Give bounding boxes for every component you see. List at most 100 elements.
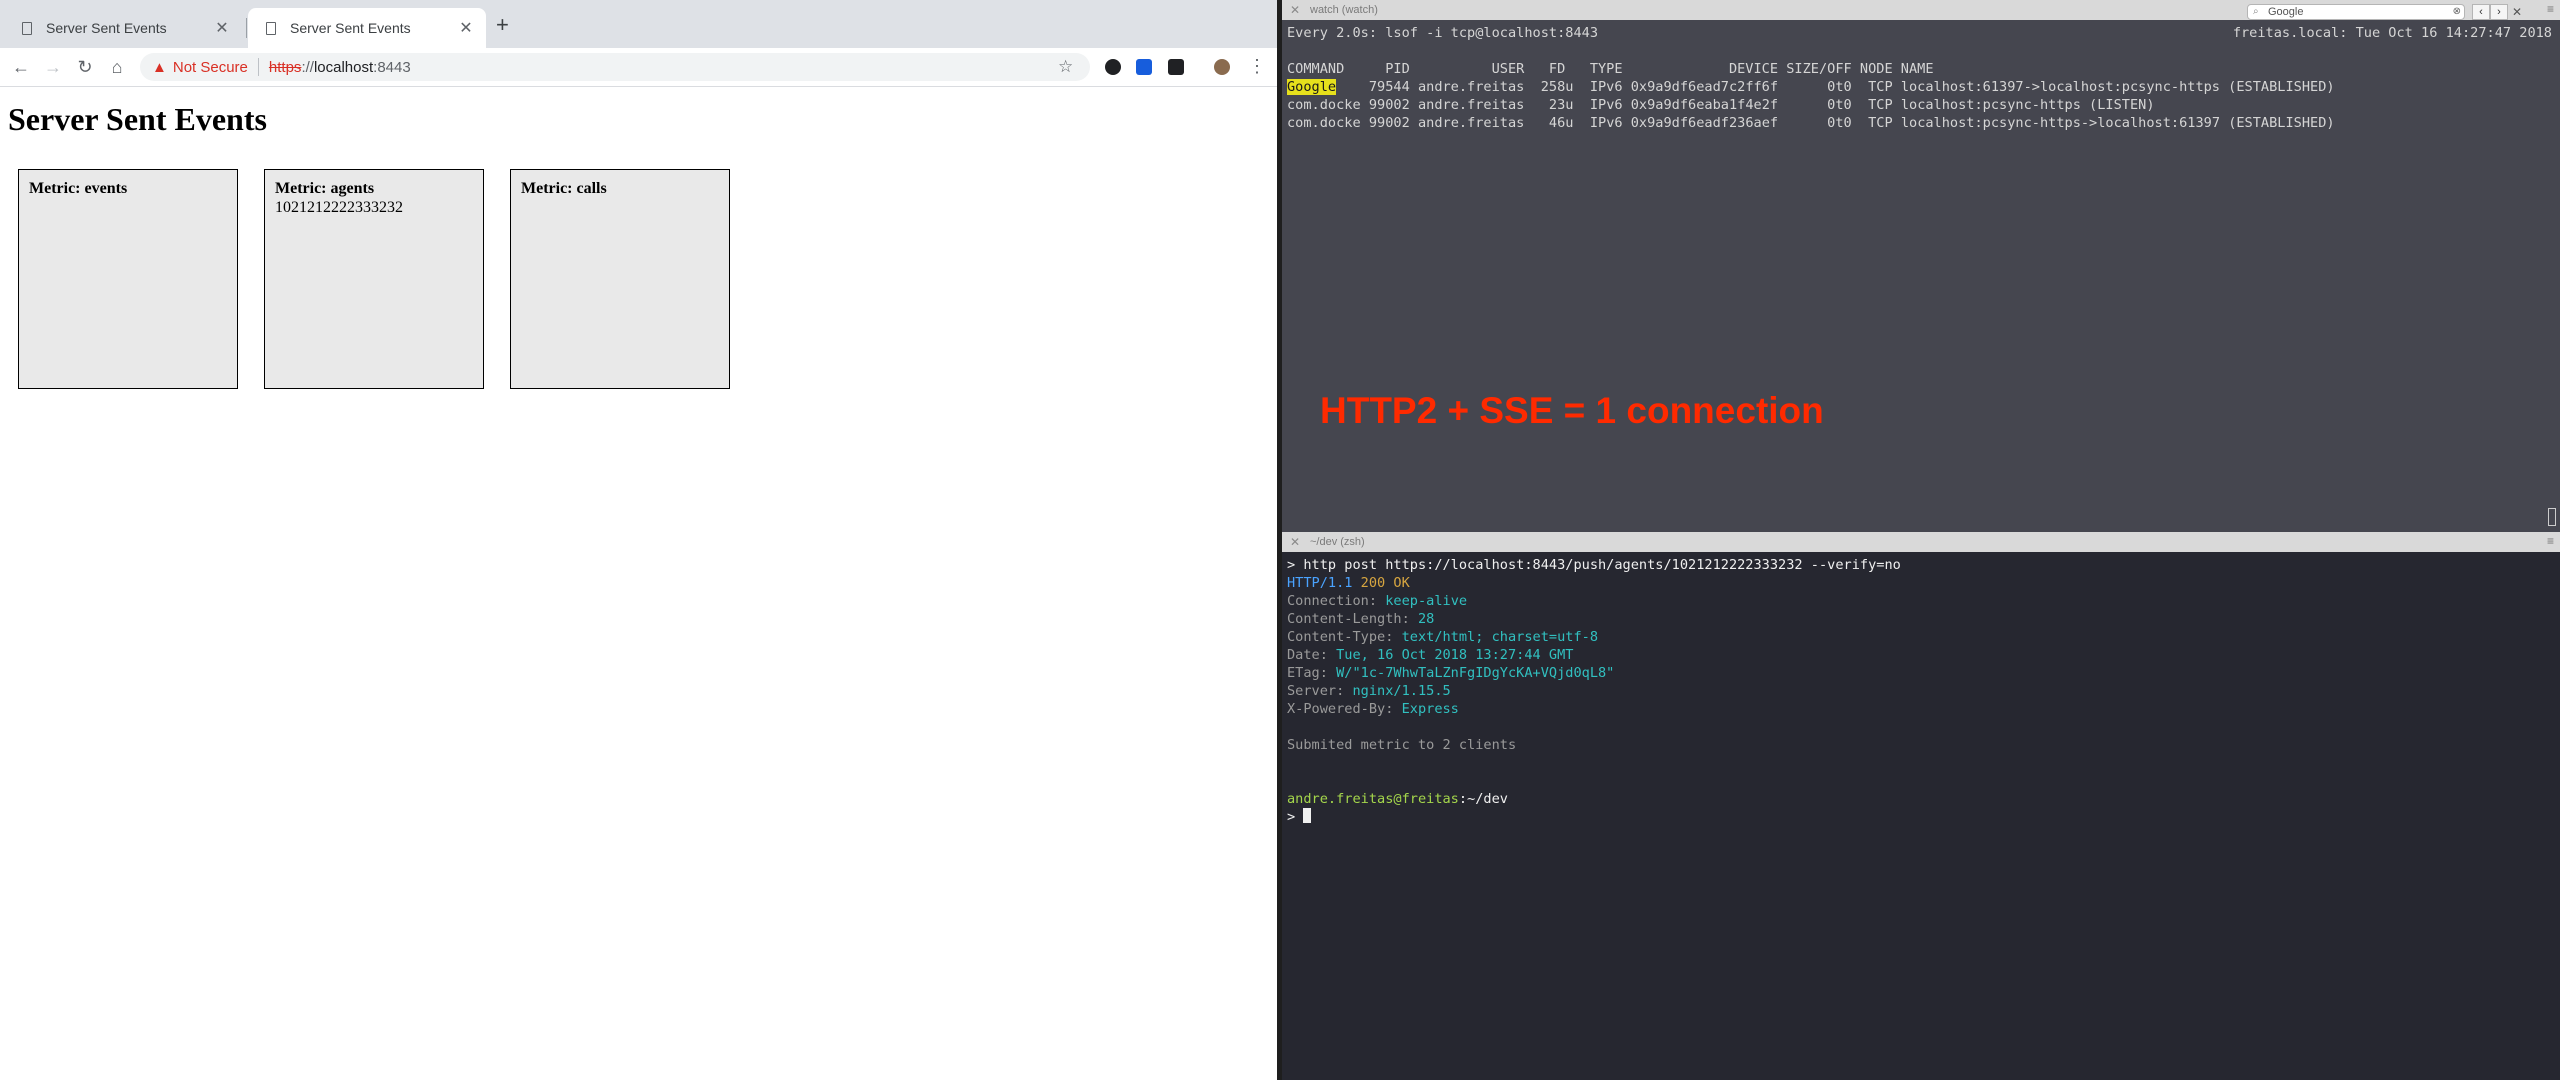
- document-icon: [22, 21, 32, 35]
- metric-value: 1021212222333232: [275, 199, 403, 216]
- prompt-path: :~/dev: [1458, 791, 1508, 807]
- metric-title: Metric: agents: [275, 180, 375, 197]
- extension-pocket-icon[interactable]: [1168, 59, 1184, 75]
- status-version: /1.1: [1319, 575, 1361, 591]
- lsof-row: Google 79544 andre.freitas 258u IPv6 0x9…: [1287, 78, 2335, 96]
- header-key: Content-Length:: [1287, 611, 1418, 627]
- command-line: > http post https://localhost:8443/push/…: [1287, 557, 1901, 573]
- header-key: ETag:: [1287, 665, 1337, 681]
- menu-dots-icon[interactable]: ⋮: [1248, 56, 1266, 76]
- tab-server-sent-events-2[interactable]: Server Sent Events ✕: [248, 8, 486, 48]
- browser-toolbar: ← → ↻ ⌂ ▲ Not Secure https://localhost:8…: [0, 48, 1277, 87]
- status-code: 200: [1360, 575, 1394, 591]
- pane-titlebar: ✕ watch (watch) ⌕ Google ⊗ ‹ › ✕ ≡: [1282, 0, 2560, 20]
- pane-titlebar: ✕ ~/dev (zsh) ≡: [1282, 532, 2560, 552]
- page-title: Server Sent Events: [8, 101, 267, 137]
- metric-card-events: Metric: events: [18, 169, 238, 389]
- back-arrow-icon[interactable]: ←: [8, 54, 34, 80]
- terminal-pane-zsh[interactable]: ✕ ~/dev (zsh) ≡ > http post https://loca…: [1282, 532, 2560, 1080]
- warning-icon: ▲: [152, 58, 167, 76]
- header-key: Server:: [1287, 683, 1353, 699]
- url-separator: ://: [301, 58, 314, 76]
- metric-card-agents: Metric: agents 1021212222333232: [264, 169, 484, 389]
- header-value: nginx/1.15.5: [1352, 683, 1451, 699]
- home-icon[interactable]: ⌂: [104, 54, 130, 80]
- close-icon[interactable]: ✕: [458, 18, 474, 38]
- search-highlight: Google: [1287, 79, 1337, 95]
- prompt-user: andre.freitas@freitas: [1287, 791, 1459, 807]
- find-next-button[interactable]: ›: [2490, 4, 2508, 20]
- status-text: OK: [1393, 575, 1410, 591]
- scroll-indicator: [2548, 508, 2556, 526]
- page-content: Server Sent Events Metric: events Metric…: [0, 87, 1277, 1080]
- header-value: 28: [1417, 611, 1435, 627]
- shell-prompt-info: andre.freitas@freitas:~/dev: [1287, 790, 1508, 808]
- url-host: localhost: [313, 58, 374, 76]
- header-key: Content-Type:: [1287, 629, 1402, 645]
- address-bar[interactable]: ▲ Not Secure https://localhost:8443: [140, 53, 1090, 81]
- header-value: Tue, 16 Oct 2018 13:27:44 GMT: [1336, 647, 1574, 663]
- response-header: Date: Tue, 16 Oct 2018 13:27:44 GMT: [1287, 646, 1573, 664]
- response-body: Submited metric to 2 clients: [1287, 737, 1517, 753]
- clear-icon[interactable]: ⊗: [2453, 5, 2461, 19]
- security-label[interactable]: Not Secure: [173, 59, 248, 76]
- header-value: text/html; charset=utf-8: [1401, 629, 1598, 645]
- watch-header: Every 2.0s: lsof -i tcp@localhost:8443: [1287, 25, 1598, 41]
- find-value: Google: [2268, 6, 2304, 18]
- document-icon: [266, 21, 276, 35]
- bookmark-star-icon[interactable]: ☆: [1058, 57, 1073, 77]
- tab-separator: [246, 18, 247, 38]
- lsof-row: com.docke 99002 andre.freitas 23u IPv6 0…: [1287, 96, 2155, 114]
- shell-prompt[interactable]: >: [1287, 808, 1312, 826]
- tab-strip: Server Sent Events ✕ Server Sent Events …: [0, 0, 1277, 48]
- pane-menu-icon[interactable]: ≡: [2547, 2, 2554, 16]
- find-close-icon[interactable]: ✕: [2512, 5, 2522, 19]
- profile-avatar[interactable]: [1214, 59, 1230, 75]
- response-header: Content-Type: text/html; charset=utf-8: [1287, 628, 1598, 646]
- extension-1password-icon[interactable]: [1105, 59, 1121, 75]
- extension-bitwarden-icon[interactable]: [1136, 59, 1152, 75]
- browser-window: Server Sent Events ✕ Server Sent Events …: [0, 0, 1277, 1080]
- terminal-window: ✕ watch (watch) ⌕ Google ⊗ ‹ › ✕ ≡ Every…: [1282, 0, 2560, 1080]
- header-value: W/"1c-7WhwTaLZnFgIDgYcKA+VQjd0qL8": [1336, 665, 1615, 681]
- search-icon: ⌕: [2253, 6, 2259, 17]
- lsof-row-rest: 99002 andre.freitas 23u IPv6 0x9a9df6eab…: [1360, 97, 2155, 113]
- lsof-row-rest: 99002 andre.freitas 46u IPv6 0x9a9df6ead…: [1360, 115, 2335, 131]
- metric-card-calls: Metric: calls: [510, 169, 730, 389]
- header-key: Date:: [1287, 647, 1337, 663]
- pane-title: watch (watch): [1310, 4, 1378, 16]
- lsof-columns: COMMAND PID USER FD TYPE DEVICE SIZE/OFF…: [1287, 61, 1934, 77]
- response-header: ETag: W/"1c-7WhwTaLZnFgIDgYcKA+VQjd0qL8": [1287, 664, 1614, 682]
- prompt-symbol: >: [1287, 809, 1304, 825]
- forward-arrow-icon[interactable]: →: [40, 54, 66, 80]
- header-key: X-Powered-By:: [1287, 701, 1402, 717]
- response-header: X-Powered-By: Express: [1287, 700, 1459, 718]
- text-cursor: [1303, 808, 1312, 823]
- response-header: Server: nginx/1.15.5: [1287, 682, 1451, 700]
- header-key: Connection:: [1287, 593, 1386, 609]
- tab-title: Server Sent Events: [46, 20, 167, 36]
- metric-title: Metric: events: [29, 180, 128, 197]
- reload-icon[interactable]: ↻: [72, 54, 98, 80]
- close-icon[interactable]: ✕: [1290, 535, 1300, 549]
- pane-title: ~/dev (zsh): [1310, 536, 1365, 548]
- find-previous-button[interactable]: ‹: [2472, 4, 2490, 20]
- pane-menu-icon[interactable]: ≡: [2547, 534, 2554, 548]
- lsof-row: com.docke 99002 andre.freitas 46u IPv6 0…: [1287, 114, 2335, 132]
- response-header: Content-Length: 28: [1287, 610, 1434, 628]
- url-scheme: https: [268, 58, 302, 76]
- close-icon[interactable]: ✕: [214, 18, 230, 38]
- response-header: Connection: keep-alive: [1287, 592, 1467, 610]
- find-input[interactable]: ⌕ Google ⊗: [2247, 4, 2465, 20]
- tab-server-sent-events-1[interactable]: Server Sent Events ✕: [4, 8, 242, 48]
- close-icon[interactable]: ✕: [1290, 3, 1300, 17]
- annotation-overlay: HTTP2 + SSE = 1 connection: [1320, 390, 1824, 431]
- lsof-command: com.docke: [1287, 115, 1361, 131]
- metric-title: Metric: calls: [521, 180, 607, 197]
- omnibox-separator: [257, 58, 259, 76]
- terminal-pane-watch[interactable]: ✕ watch (watch) ⌕ Google ⊗ ‹ › ✕ ≡ Every…: [1282, 0, 2560, 532]
- header-value: keep-alive: [1385, 593, 1468, 609]
- url-port: :8443: [373, 58, 411, 76]
- new-tab-button[interactable]: +: [496, 13, 509, 37]
- status-protocol: HTTP: [1287, 575, 1320, 591]
